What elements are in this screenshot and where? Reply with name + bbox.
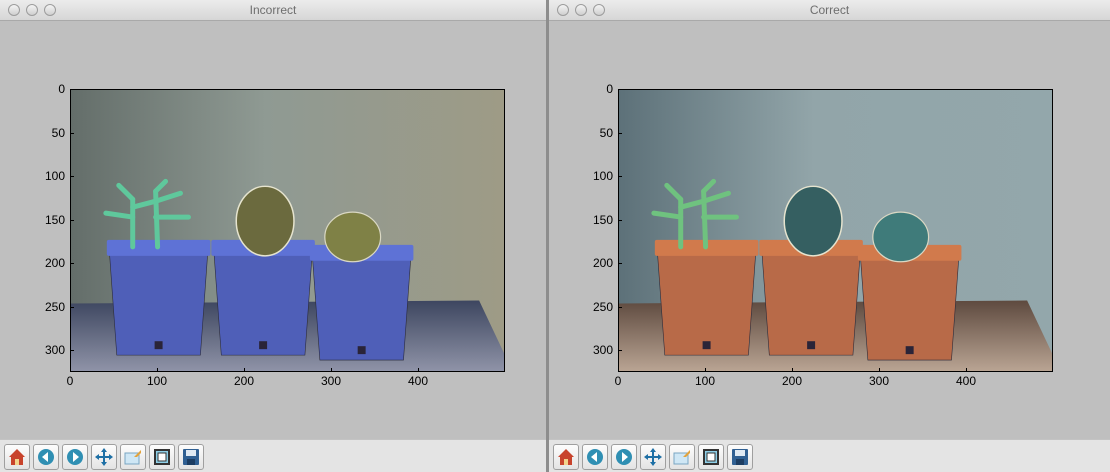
image-axes[interactable] <box>618 89 1053 372</box>
forward-button[interactable] <box>62 444 88 470</box>
figure-window-incorrect: Incorrect 0 50 100 150 200 250 300 0 100 200 300 40… <box>0 0 546 472</box>
zoom-button[interactable] <box>669 444 695 470</box>
subplots-button[interactable] <box>698 444 724 470</box>
home-button[interactable] <box>4 444 30 470</box>
x-tick-label: 0 <box>66 374 74 388</box>
x-tick-label: 200 <box>781 374 803 388</box>
y-tick-mark <box>70 263 74 265</box>
save-button[interactable] <box>178 444 204 470</box>
x-tick-mark <box>966 368 967 372</box>
x-tick-label: 400 <box>955 374 977 388</box>
x-tick-mark <box>879 368 880 372</box>
home-button[interactable] <box>553 444 579 470</box>
pot-drain-hole <box>807 341 816 350</box>
y-tick-label: 250 <box>592 299 613 314</box>
pot-drain-hole <box>905 346 914 355</box>
y-tick-mark <box>618 219 622 221</box>
y-tick-mark <box>70 219 74 221</box>
y-tick-label: 0 <box>58 82 65 96</box>
y-tick-label: 50 <box>51 125 65 140</box>
y-tick-mark <box>70 132 74 134</box>
y-tick-label: 100 <box>592 169 613 184</box>
x-tick-label: 300 <box>868 374 890 388</box>
y-tick-mark <box>618 89 622 90</box>
subplots-button[interactable] <box>149 444 175 470</box>
y-tick-label: 150 <box>44 212 65 227</box>
pot-drain-hole <box>702 341 711 350</box>
x-tick-mark <box>70 368 71 372</box>
flower-pot <box>859 248 960 361</box>
title-bar[interactable]: Correct <box>549 0 1110 21</box>
pot-drain-hole <box>357 346 366 355</box>
y-tick-mark <box>70 306 74 308</box>
flower-pot <box>311 248 412 361</box>
x-tick-mark <box>792 368 793 372</box>
x-tick-label: 100 <box>146 374 168 388</box>
x-tick-mark <box>244 368 245 372</box>
x-tick-mark <box>418 368 419 372</box>
x-tick-label: 300 <box>320 374 342 388</box>
title-bar[interactable]: Incorrect <box>0 0 546 21</box>
cactus-round-small <box>872 211 930 263</box>
flower-pot <box>656 243 757 356</box>
y-tick-mark <box>618 176 622 178</box>
y-tick-label: 100 <box>44 169 65 184</box>
y-tick-mark <box>618 350 622 352</box>
cactus-round-spiky <box>235 185 295 257</box>
image-axes[interactable] <box>70 89 505 372</box>
flower-pot <box>213 243 314 356</box>
forward-button[interactable] <box>611 444 637 470</box>
back-button[interactable] <box>33 444 59 470</box>
flower-pot <box>108 243 209 356</box>
save-button[interactable] <box>727 444 753 470</box>
back-button[interactable] <box>582 444 608 470</box>
x-tick-label: 100 <box>694 374 716 388</box>
x-tick-mark <box>618 368 619 372</box>
y-tick-mark <box>70 89 74 90</box>
x-tick-label: 200 <box>233 374 255 388</box>
cactus-round-small <box>324 211 382 263</box>
x-tick-mark <box>157 368 158 372</box>
x-tick-label: 0 <box>614 374 622 388</box>
y-tick-mark <box>618 132 622 134</box>
navigation-toolbar <box>549 439 1110 472</box>
y-tick-mark <box>618 263 622 265</box>
y-tick-label: 250 <box>44 299 65 314</box>
x-tick-mark <box>705 368 706 372</box>
window-title: Correct <box>809 3 850 17</box>
figure-window-correct: Correct 0 50 100 150 200 250 300 0 100 200 300 400 <box>549 0 1110 472</box>
y-tick-label: 150 <box>592 212 613 227</box>
y-tick-mark <box>618 306 622 308</box>
flower-pot <box>761 243 862 356</box>
y-tick-mark <box>70 350 74 352</box>
x-tick-label: 400 <box>407 374 429 388</box>
y-tick-label: 200 <box>592 256 613 271</box>
zoom-button[interactable] <box>120 444 146 470</box>
y-tick-mark <box>70 176 74 178</box>
y-tick-label: 0 <box>606 82 613 96</box>
pan-button[interactable] <box>640 444 666 470</box>
y-tick-label: 200 <box>44 256 65 271</box>
navigation-toolbar <box>0 439 546 472</box>
cactus-photo <box>619 90 1052 371</box>
cactus-photo <box>71 90 504 371</box>
pot-drain-hole <box>154 341 163 350</box>
y-tick-label: 50 <box>599 125 613 140</box>
y-tick-label: 300 <box>44 343 65 358</box>
cactus-round-spiky <box>783 185 843 257</box>
window-title: Incorrect <box>249 3 297 17</box>
pan-button[interactable] <box>91 444 117 470</box>
y-tick-label: 300 <box>592 343 613 358</box>
pot-drain-hole <box>259 341 268 350</box>
x-tick-mark <box>331 368 332 372</box>
